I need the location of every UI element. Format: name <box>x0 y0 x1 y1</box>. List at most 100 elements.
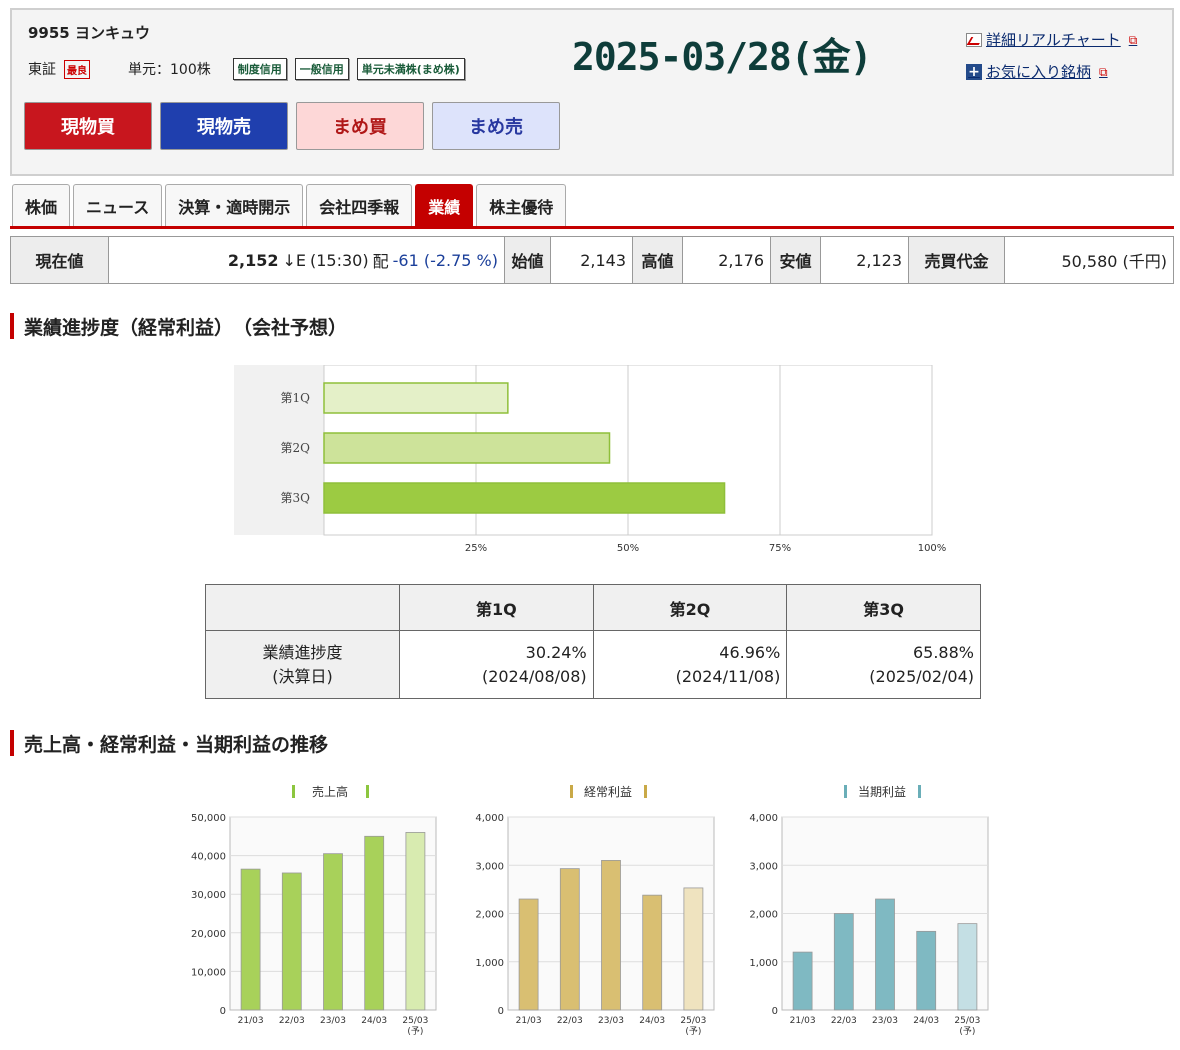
x-tick-label: 24/03 <box>913 1016 939 1026</box>
stock-meta: 東証 最良 単元：100株 制度信用 一般信用 単元未満株(まめ株) <box>28 58 465 80</box>
progress-table-header: 第1Q 第2Q 第3Q <box>205 584 981 631</box>
tab-performance[interactable]: 業績 <box>415 184 474 226</box>
x-tick-label: 24/03 <box>361 1016 387 1026</box>
current-price-cell: 2,152 ↓E (15:30) 配 -61 (-2.75 %) <box>109 237 505 283</box>
open-label: 始値 <box>505 237 551 283</box>
bar <box>916 930 937 1011</box>
title-marker <box>366 785 369 798</box>
q2-date: (2024/11/08) <box>675 666 781 686</box>
volume-value: 50,580 (千円) <box>1061 252 1167 271</box>
market-label: 東証 <box>28 62 56 78</box>
header-links: 詳細リアルチャート ⧉ + お気に入り銘柄 ⧉ <box>966 24 1137 88</box>
row-label-main: 業績進捗度 <box>262 642 343 662</box>
external-window-icon: ⧉ <box>1128 33 1138 47</box>
x-tick-label: 100% <box>918 543 947 554</box>
tab-bar: 株価 ニュース 決算・適時開示 会社四季報 業績 株主優待 <box>12 184 567 226</box>
unit-label: 単元：100株 <box>128 62 211 78</box>
stock-code-name: 9955 ヨンキュウ <box>28 24 150 42</box>
title-marker <box>570 785 573 798</box>
y-tick-label: 0 <box>498 1006 504 1017</box>
q1-date: (2024/08/08) <box>481 666 587 686</box>
low-value: 2,123 <box>821 237 909 283</box>
realtime-chart-link[interactable]: 詳細リアルチャート ⧉ <box>966 24 1137 56</box>
cash-sell-button[interactable]: 現物売 <box>160 102 288 150</box>
price-time: (15:30) <box>310 250 369 270</box>
plus-icon: + <box>966 64 982 80</box>
q1-cell: 30.24% (2024/08/08) <box>399 630 594 699</box>
x-tick-label: 23/03 <box>598 1016 624 1026</box>
tab-disclosure[interactable]: 決算・適時開示 <box>165 184 304 226</box>
low-label: 安値 <box>771 237 821 283</box>
q1-header: 第1Q <box>399 584 594 631</box>
tab-news[interactable]: ニュース <box>73 184 163 226</box>
trade-buttons: 現物買 現物売 まめ買 まめ売 <box>24 102 560 150</box>
q3-value: 65.88% <box>912 642 974 662</box>
title-marker <box>918 785 921 798</box>
cash-buy-button[interactable]: 現物買 <box>24 102 152 150</box>
tab-shareholder-benefits[interactable]: 株主優待 <box>476 184 567 226</box>
tab-underline <box>10 226 1174 229</box>
open-value: 2,143 <box>551 237 633 283</box>
tab-stock-price[interactable]: 株価 <box>12 184 71 226</box>
bar <box>559 868 580 1011</box>
progress-table-row: 業績進捗度 (決算日) 30.24% (2024/08/08) 46.96% (… <box>205 630 981 699</box>
y-tick-label: 4,000 <box>475 813 504 824</box>
y-tick-label: 0 <box>220 1006 226 1017</box>
progress-table: 第1Q 第2Q 第3Q 業績進捗度 (決算日) 30.24% (2024/08/… <box>205 584 981 699</box>
y-tick-label: 1,000 <box>475 958 504 969</box>
y-tick-label: 1,000 <box>749 958 778 969</box>
forecast-label: (予) <box>407 1026 423 1037</box>
q3-cell: 65.88% (2025/02/04) <box>786 630 981 699</box>
bar <box>281 872 302 1011</box>
tab-shikiho[interactable]: 会社四季報 <box>306 184 413 226</box>
progress-bar <box>323 482 726 514</box>
y-tick-label: 3,000 <box>475 861 504 872</box>
q2-value: 46.96% <box>719 642 781 662</box>
progress-section-title: 業績進捗度（経常利益） （会社予想） <box>10 313 347 339</box>
chart-title: 当期利益 <box>858 785 906 799</box>
bar <box>240 868 261 1011</box>
margin-tag-1: 制度信用 <box>232 58 287 80</box>
x-tick-label: 50% <box>617 543 639 554</box>
x-tick-label: 22/03 <box>557 1016 583 1026</box>
date-overlay: 2025-03/28(金) <box>572 35 873 79</box>
y-tick-label: 3,000 <box>749 861 778 872</box>
q1-value: 30.24% <box>525 642 587 662</box>
mame-sell-button[interactable]: まめ売 <box>432 102 560 150</box>
y-tick-label: 2,000 <box>475 910 504 921</box>
row-label: 業績進捗度 (決算日) <box>205 630 400 699</box>
chart-icon <box>966 33 982 47</box>
chart-title: 経常利益 <box>584 785 632 799</box>
price-change: -61 (-2.75 %) <box>392 250 498 270</box>
current-price-value: 2,152 <box>227 250 279 270</box>
net-profit-chart: 当期利益 0 1,000 2,000 3,000 4,000 21/03 22/03 23/03… <box>749 785 989 1037</box>
mame-buy-button[interactable]: まめ買 <box>296 102 424 150</box>
bar <box>364 835 385 1011</box>
y-tick-label: 2,000 <box>749 910 778 921</box>
bar <box>792 951 813 1011</box>
q3-date: (2025/02/04) <box>869 666 974 686</box>
sales-chart: 売上高 0 10,000 20,000 30,000 40,000 50,000 21/03 2… <box>191 784 437 1037</box>
x-tick-label: 23/03 <box>320 1016 346 1026</box>
price-row: 現在値 2,152 ↓E (15:30) 配 -61 (-2.75 %) 始値 … <box>10 236 1174 284</box>
bar <box>323 853 343 1011</box>
y-tick-label: 50,000 <box>191 813 226 824</box>
favorite-link[interactable]: + お気に入り銘柄 ⧉ <box>966 56 1137 88</box>
title-marker <box>644 785 647 798</box>
title-marker <box>292 785 295 798</box>
progress-bar <box>323 382 509 414</box>
bar <box>601 860 621 1011</box>
progress-bar-chart: 25% 50% 75% 100% 第1Q 第2Q 第3Q <box>234 365 947 554</box>
current-price-label: 現在値 <box>11 237 109 283</box>
x-tick-label: 22/03 <box>279 1016 305 1026</box>
x-tick-label: 21/03 <box>790 1016 816 1026</box>
y-tick-label: 4,000 <box>749 813 778 824</box>
row-label-sub: (決算日) <box>272 666 333 686</box>
forecast-label: (予) <box>959 1026 975 1037</box>
x-tick-label: 24/03 <box>639 1016 665 1026</box>
category-label: 第3Q <box>281 491 311 505</box>
y-tick-label: 0 <box>772 1006 778 1017</box>
ordinary-profit-chart: 経常利益 0 1,000 2,000 3,000 4,000 21/03 22/03 23/03… <box>475 785 715 1037</box>
chart-title: 売上高 <box>312 784 348 799</box>
realtime-chart-label: 詳細リアルチャート <box>986 31 1121 49</box>
